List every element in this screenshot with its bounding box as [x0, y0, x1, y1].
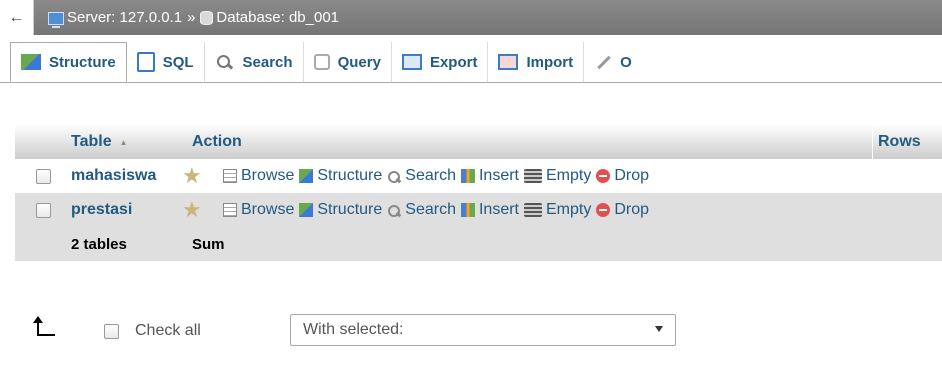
table-name-link[interactable]: prestasi — [71, 201, 182, 219]
insert-icon — [460, 203, 475, 217]
check-all-checkbox[interactable] — [104, 323, 119, 339]
browse-link[interactable]: Browse — [223, 201, 294, 219]
bulk-actions: Check all With selected: — [0, 312, 942, 352]
with-selected-select[interactable]: With selected: — [290, 314, 676, 346]
server-icon — [48, 12, 64, 28]
insert-icon — [460, 169, 475, 183]
export-icon — [401, 54, 422, 70]
tab-search-label: Search — [242, 53, 293, 71]
column-header-table[interactable]: Table ▲ — [71, 133, 128, 151]
browse-icon — [223, 169, 237, 183]
database-icon — [200, 10, 214, 25]
empty-icon — [524, 169, 542, 183]
structure-icon — [299, 203, 314, 217]
arrow-up-icon — [31, 316, 55, 336]
tab-search[interactable]: Search — [205, 42, 304, 82]
back-arrow-icon[interactable]: ← — [0, 0, 34, 35]
import-icon — [498, 54, 519, 70]
empty-link[interactable]: Empty — [524, 167, 591, 185]
structure-link[interactable]: Structure — [299, 201, 382, 219]
table-row: mahasiswa ★ Browse Structure Search Inse… — [15, 159, 942, 193]
browse-link[interactable]: Browse — [223, 167, 294, 185]
breadcrumb-separator: » — [187, 9, 196, 26]
table-header-row: Table ▲ Action Rows — [15, 124, 942, 159]
sort-asc-icon: ▲ — [119, 137, 128, 147]
tab-structure[interactable]: Structure — [10, 42, 127, 82]
chevron-down-icon — [655, 326, 663, 332]
insert-link[interactable]: Insert — [460, 167, 519, 185]
empty-link[interactable]: Empty — [524, 201, 591, 219]
tab-export-label: Export — [429, 53, 478, 71]
table-name-link[interactable]: mahasiswa — [71, 167, 182, 185]
tab-operations[interactable]: O — [584, 42, 642, 82]
tab-query-label: Query — [337, 53, 381, 71]
tables-count: 2 tables — [71, 235, 127, 253]
search-link[interactable]: Search — [387, 167, 456, 185]
search-icon — [215, 54, 235, 70]
query-icon — [313, 54, 330, 70]
tab-export[interactable]: Export — [392, 42, 489, 82]
tab-import[interactable]: Import — [488, 42, 585, 82]
column-header-action: Action — [192, 132, 242, 150]
structure-icon — [21, 54, 41, 70]
tab-query[interactable]: Query — [304, 42, 392, 82]
tab-operations-label: O — [620, 53, 632, 71]
wrench-icon — [594, 54, 612, 70]
star-icon: ★ — [182, 163, 202, 188]
tables-list: Table ▲ Action Rows mahasiswa ★ Browse St… — [15, 124, 942, 261]
column-header-rows[interactable]: Rows — [872, 124, 921, 159]
favorite-button[interactable]: ★ — [182, 197, 218, 222]
drop-icon — [596, 169, 611, 183]
breadcrumb-database[interactable]: Database: db_001 — [216, 9, 339, 26]
structure-icon — [299, 169, 314, 183]
tab-structure-label: Structure — [49, 53, 116, 71]
table-row: prestasi ★ Browse Structure Search Inser… — [15, 193, 942, 227]
row-checkbox[interactable] — [35, 202, 51, 218]
search-icon — [387, 203, 401, 217]
sql-icon — [136, 52, 155, 72]
browse-icon — [223, 203, 237, 217]
row-checkbox[interactable] — [35, 168, 51, 184]
empty-icon — [524, 203, 542, 217]
table-footer-row: 2 tables Sum — [15, 227, 942, 261]
favorite-button[interactable]: ★ — [182, 163, 218, 188]
tab-bar: Structure SQL Search Query Export Import… — [0, 42, 942, 83]
search-icon — [387, 169, 401, 183]
tab-import-label: Import — [526, 53, 574, 71]
drop-link[interactable]: Drop — [596, 201, 649, 219]
with-selected-value: With selected: — [303, 321, 404, 338]
drop-icon — [596, 203, 611, 217]
check-all[interactable]: Check all — [104, 322, 201, 340]
check-all-label: Check all — [135, 322, 201, 339]
sum-label: Sum — [192, 235, 225, 253]
drop-link[interactable]: Drop — [596, 167, 649, 185]
insert-link[interactable]: Insert — [460, 201, 519, 219]
star-icon: ★ — [182, 197, 202, 222]
breadcrumb-server[interactable]: Server: 127.0.0.1 — [67, 9, 182, 26]
server-database-bar: ← Server: 127.0.0.1 » Database: db_001 — [0, 0, 942, 35]
tab-sql-label: SQL — [162, 53, 194, 71]
tab-sql[interactable]: SQL — [127, 42, 205, 82]
structure-link[interactable]: Structure — [299, 167, 382, 185]
search-link[interactable]: Search — [387, 201, 456, 219]
